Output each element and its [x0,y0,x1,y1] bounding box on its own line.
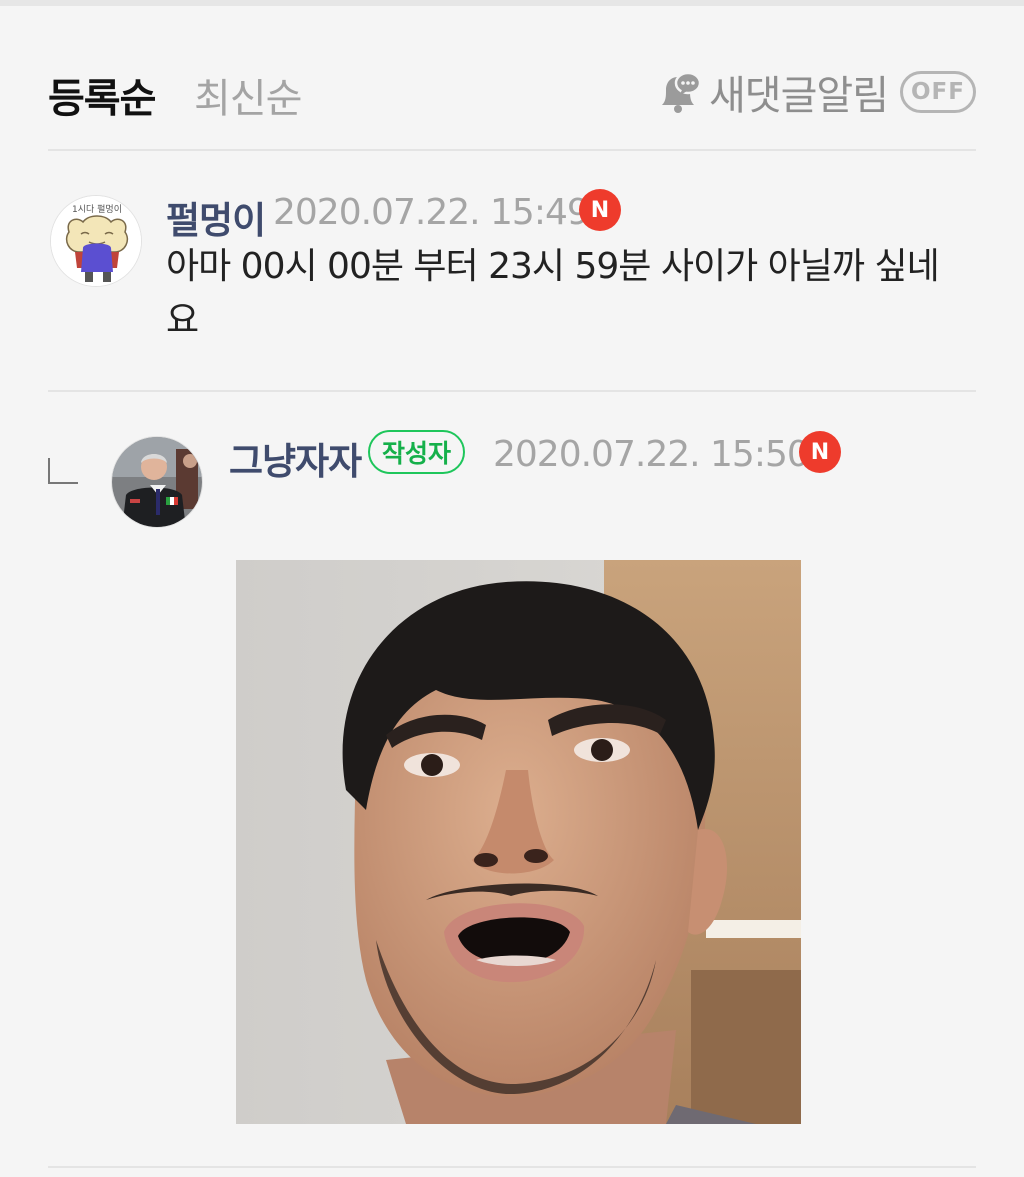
new-comment-alert-toggle[interactable]: 새댓글알림 OFF [657,64,976,120]
divider [48,149,976,151]
avatar-image: 1시다 펄멍이 [51,196,141,286]
avatar-image [112,437,202,527]
reply-attached-image[interactable] [236,560,801,1124]
top-divider [0,0,1024,6]
comment-date: 2020.07.22. 15:49 [273,192,590,233]
comment-sort-bar: 등록순 최신순 새댓글알림 OFF [48,62,976,126]
comment-author[interactable]: 그냥자자 [229,431,362,485]
new-badge: N [579,189,621,231]
divider [48,1166,976,1168]
alert-toggle-switch[interactable]: OFF [900,71,976,113]
divider [48,390,976,392]
comment-text: 아마 00시 00분 부터 23시 59분 사이가 아닐까 싶네요 [166,246,940,341]
new-badge: N [799,431,841,473]
comment-author[interactable]: 펄멍이 [166,190,266,244]
avatar[interactable] [111,436,203,528]
comment-section: 등록순 최신순 새댓글알림 OFF 1시다 펄멍이 펄멍이 2020.07.22… [0,0,1024,1177]
new-comment-alert-label: 새댓글알림 [709,73,889,119]
avatar[interactable]: 1시다 펄멍이 [50,195,142,287]
sort-tab-registered[interactable]: 등록순 [48,66,156,124]
writer-badge: 작성자 [368,430,466,474]
bell-chat-icon [662,71,702,113]
sort-tab-latest[interactable]: 최신순 [194,66,302,124]
surprised-man-photo [236,560,801,1124]
comment-date: 2020.07.22. 15:50 [493,434,810,475]
avatar-caption: 1시다 펄멍이 [72,203,122,215]
reply-indent-icon [48,458,78,484]
